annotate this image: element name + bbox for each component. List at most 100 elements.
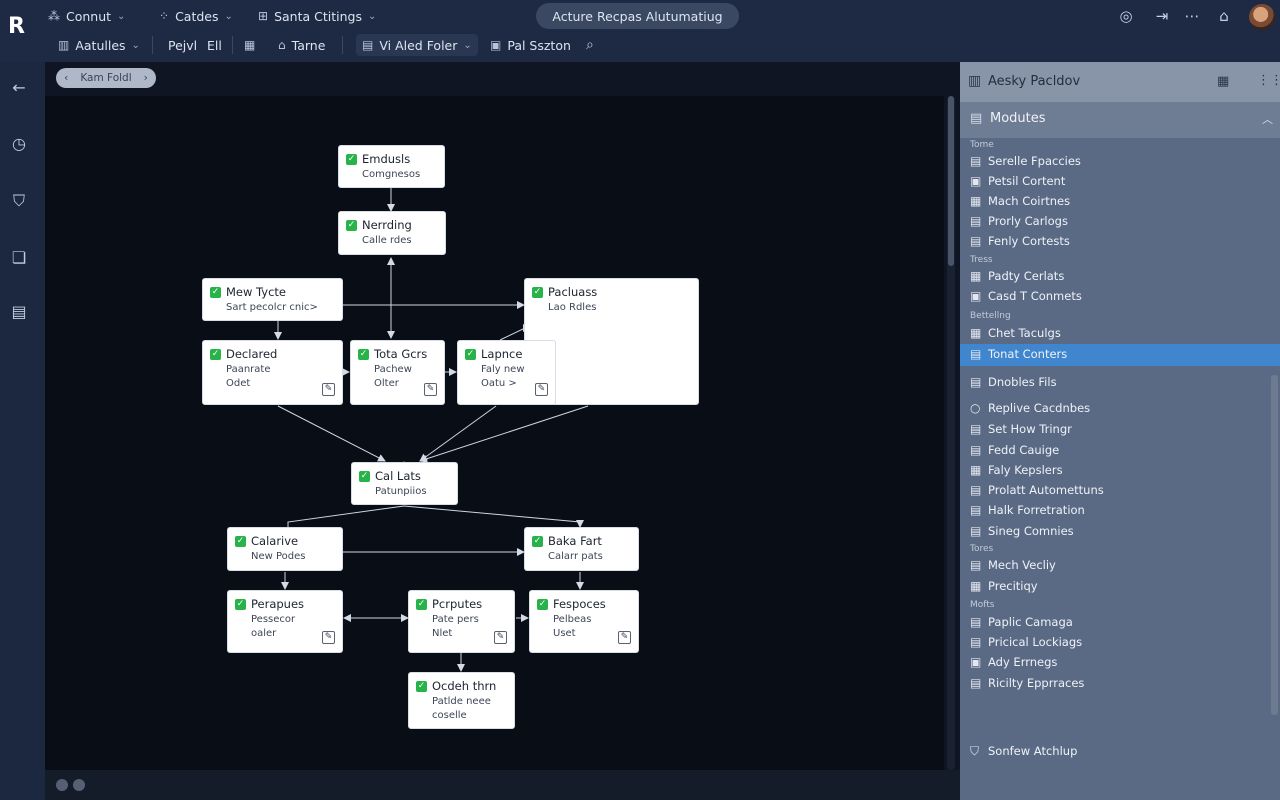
tool-folder[interactable]: ▤ Vi Aled Foler ⌄ (356, 34, 478, 56)
panel-item[interactable]: ▤ Fedd Cauige (960, 441, 1280, 461)
panel-item[interactable]: ▤ Pricical Lockiags (960, 633, 1280, 653)
zoom-out-icon[interactable] (56, 779, 68, 791)
workflow-node[interactable]: ✓ Emdusls Comgnesos (338, 145, 445, 188)
node-subtitle: Faly new (481, 364, 525, 375)
export-icon[interactable]: ⇥ (1152, 6, 1172, 26)
workflow-node[interactable]: ✓ Tota Gcrs Pachew Olter ✎ (350, 340, 445, 405)
tool-search[interactable]: ⌕ (586, 34, 594, 56)
workflow-node[interactable]: ✓ Pcrputes Pate pers Nlet ✎ (408, 590, 515, 653)
panel-item[interactable]: ▦ Mach Coirtnes (960, 192, 1280, 212)
panel-item[interactable]: ▤ Prolatt Automettuns (960, 481, 1280, 501)
panel-item[interactable]: ▤ Paplic Camaga (960, 613, 1280, 633)
panel-item[interactable]: ▤ Halk Forretration (960, 501, 1280, 521)
panel-item-selected[interactable]: ▤ Tonat Conters (960, 344, 1280, 366)
node-subtitle: coselle (432, 710, 467, 721)
menu-catdes[interactable]: ⁘ Catdes ⌄ (159, 6, 233, 26)
node-subtitle: Pate pers (432, 614, 479, 625)
panel-item[interactable]: ▤ Prorly Carlogs (960, 212, 1280, 232)
edit-icon[interactable]: ✎ (618, 631, 631, 644)
document-title[interactable]: Acture Recpas Alutumatiug (536, 3, 739, 29)
panel-item[interactable]: ▤ Ricilty Epprraces (960, 674, 1280, 694)
item-icon: ▦ (970, 579, 982, 593)
tool-home[interactable]: ⌂ Tarne (278, 34, 325, 56)
app-logo[interactable]: R (8, 14, 32, 42)
panel-item-label: Casd T Conmets (988, 289, 1082, 303)
panel-item[interactable]: ▤ Fenly Cortests (960, 232, 1280, 252)
tool-modules[interactable]: ▥ Aatulles ⌄ (58, 34, 140, 56)
panel-item-label: Paplic Camaga (988, 615, 1073, 629)
panel-item[interactable]: ▦ Faly Kepslers (960, 461, 1280, 481)
panel-grid-icon[interactable]: ▦ (1217, 74, 1229, 89)
tool-calendar[interactable]: ▦ (244, 34, 255, 56)
edit-icon[interactable]: ✎ (535, 383, 548, 396)
clock-icon[interactable]: ◷ (8, 132, 30, 154)
clipboard-icon[interactable]: ▤ (8, 300, 30, 322)
edit-icon[interactable]: ✎ (424, 383, 437, 396)
check-icon: ✓ (416, 681, 427, 692)
globe-icon[interactable]: ◎ (1116, 6, 1136, 26)
tool-ell[interactable]: Ell (207, 34, 222, 56)
workflow-node[interactable]: ✓ Declared Paanrate Odet ✎ (202, 340, 343, 405)
avatar[interactable] (1249, 4, 1275, 30)
panel-item-label: Prorly Carlogs (988, 214, 1068, 228)
panel-item[interactable]: ▣ Petsil Cortent (960, 172, 1280, 192)
arrow-left-icon[interactable]: ← (8, 76, 30, 98)
workflow-node[interactable]: ✓ Calarive New Podes (227, 527, 343, 571)
workflow-node[interactable]: ✓ Cal Lats Patunpiios (351, 462, 458, 505)
panel-item[interactable]: ▦ Padty Cerlats (960, 267, 1280, 287)
shield-icon[interactable]: ⛉ (8, 190, 30, 212)
edit-icon[interactable]: ✎ (322, 383, 335, 396)
workflow-node[interactable]: ✓ Fespoces Pelbeas Uset ✎ (529, 590, 639, 653)
workflow-node[interactable]: ✓ Mew Tycte Sart pecolcr cnic> (202, 278, 343, 321)
panel-item[interactable]: ▦ Precitiqy (960, 577, 1280, 597)
panel-item[interactable]: ▤ Mech Vecliy (960, 556, 1280, 576)
panel-item[interactable]: ▤ Sineg Comnies (960, 522, 1280, 542)
chevron-down-icon: ⌄ (131, 39, 140, 51)
shield-icon: ⛉ (970, 744, 980, 758)
canvas-scrollbar[interactable] (947, 96, 955, 770)
layers-icon[interactable]: ❏ (8, 246, 30, 268)
panel-scrollbar[interactable] (1271, 375, 1278, 715)
panel-item[interactable]: ▣ Ady Errnegs (960, 653, 1280, 673)
panel-item-label: Fenly Cortests (988, 234, 1070, 248)
panel-item[interactable]: ▣ Casd T Conmets (960, 287, 1280, 307)
panel-item[interactable]: ▤ Set How Tringr (960, 420, 1280, 440)
tool-section[interactable]: ▣ Pal Sszton (490, 34, 571, 56)
breadcrumb[interactable]: ‹ Kam Foldl › (56, 68, 156, 88)
item-icon: ▤ (970, 443, 982, 457)
item-icon: ▤ (970, 503, 982, 517)
panel-item[interactable]: ▤ Serelle Fpaccies (960, 152, 1280, 172)
panel-item[interactable]: ▤ Dnobles Fils (960, 373, 1280, 393)
panel-item[interactable]: ○ Replive Cacdnbes (960, 399, 1280, 419)
module-icon: ▥ (58, 38, 70, 52)
more-dots-icon[interactable]: ⋯ (1182, 6, 1202, 26)
item-icon: ▤ (970, 615, 982, 629)
tool-folder-label: Vi Aled Foler (379, 37, 458, 53)
panel-item[interactable]: ▦ Chet Taculgs (960, 324, 1280, 344)
workflow-node[interactable]: ✓ Nerrding Calle rdes (338, 211, 446, 255)
workflow-canvas[interactable] (45, 96, 944, 770)
zoom-in-icon[interactable] (73, 779, 85, 791)
chevron-up-icon[interactable]: ︿ (1262, 111, 1273, 127)
node-subtitle: Olter (374, 378, 399, 389)
panel-item-label: Halk Forretration (988, 503, 1085, 517)
bell-icon[interactable]: ⌂ (1214, 6, 1234, 26)
tool-pejvl[interactable]: Pejvl (168, 34, 197, 56)
workflow-node[interactable]: ✓ Lapnce Faly new Oatu > ✎ (457, 340, 556, 405)
panel-settings-icon[interactable]: ⋮⋮ (1257, 73, 1280, 88)
check-icon: ✓ (235, 536, 246, 547)
workflow-node[interactable]: ✓ Ocdeh thrn Patlde neee coselle (408, 672, 515, 729)
edit-icon[interactable]: ✎ (322, 631, 335, 644)
breadcrumb-label: Kam Foldl (80, 72, 132, 84)
panel-footer-item[interactable]: ⛉ Sonfew Atchlup (960, 742, 1280, 762)
edit-icon[interactable]: ✎ (494, 631, 507, 644)
menu-connect[interactable]: ⁂ Connut ⌄ (48, 6, 125, 26)
menu-settings[interactable]: ⊞ Santa Ctitings ⌄ (258, 6, 376, 26)
workflow-node[interactable]: ✓ Perapues Pessecor oaler ✎ (227, 590, 343, 653)
item-icon: ▣ (970, 655, 982, 669)
scrollbar-thumb[interactable] (948, 96, 954, 266)
node-subtitle: Odet (226, 378, 251, 389)
check-icon: ✓ (210, 349, 221, 360)
workflow-node[interactable]: ✓ Baka Fart Calarr pats (524, 527, 639, 571)
check-icon: ✓ (537, 599, 548, 610)
